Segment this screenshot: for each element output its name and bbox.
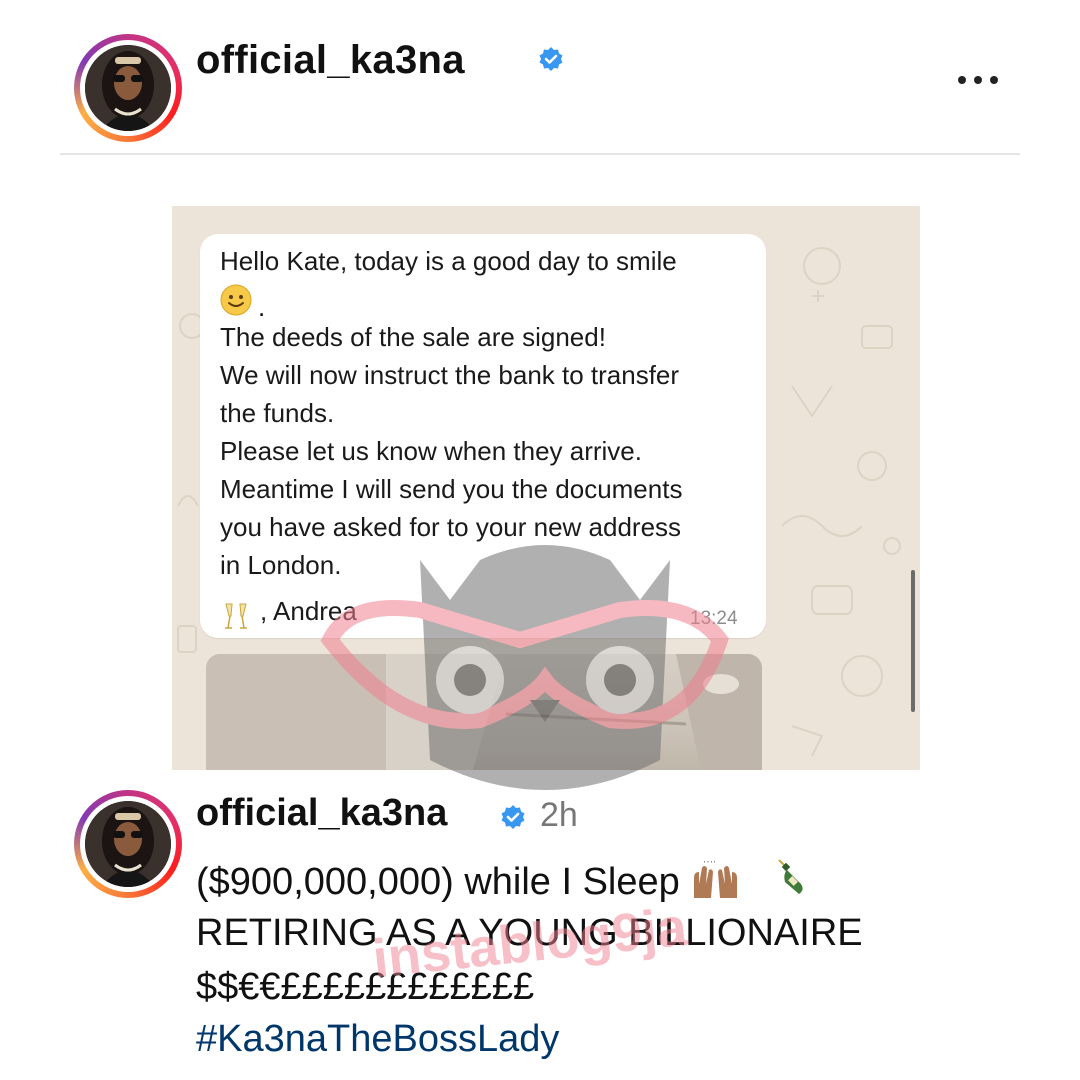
raised-hands-emoji-icon: ' ' ' ' (694, 861, 738, 898)
smile-emoji-icon (220, 284, 252, 316)
avatar-photo (85, 801, 171, 887)
chat-message-bubble: Hello Kate, today is a good day to smile… (200, 234, 766, 638)
post-username[interactable]: official_ka3na (196, 38, 465, 83)
caption-username[interactable]: official_ka3na (196, 792, 447, 835)
chat-screenshot: Hello Kate, today is a good day to smile… (172, 206, 920, 770)
message-line: the funds. (220, 398, 335, 428)
message-punctuation: . (258, 292, 266, 322)
avatar-photo (85, 45, 171, 131)
svg-text:' ' ' ': ' ' ' ' (704, 861, 715, 868)
caption-text: ($900,000,000) while I Sleep (196, 861, 680, 903)
caption-avatar[interactable] (74, 790, 182, 898)
message-time: 13:24 (690, 608, 738, 629)
header-divider (60, 153, 1020, 155)
verified-badge-icon (539, 47, 563, 71)
caption-line: RETIRING AS A YOUNG BILLIONAIRE (196, 912, 863, 954)
message-line: you have asked for to your new address (220, 512, 682, 542)
message-line: The deeds of the sale are signed! (220, 322, 606, 352)
champagne-emoji-icon (778, 859, 803, 894)
caption-line: ($900,000,000) while I Sleep ' ' ' ' (196, 856, 811, 904)
more-horizontal-icon (958, 76, 966, 84)
clinking-glasses-emoji-icon (225, 603, 247, 629)
more-options-button[interactable] (956, 70, 1000, 90)
chat-image-message[interactable] (206, 654, 762, 770)
profile-avatar[interactable] (74, 34, 182, 142)
caption-hashtag[interactable]: #Ka3naTheBossLady (196, 1018, 559, 1061)
caption-line: $$€€££££££££££££ (196, 966, 535, 1008)
message-line: We will now instruct the bank to transfe… (220, 360, 680, 390)
message-signature: , Andrea (260, 596, 357, 626)
post-timestamp: 2h (540, 796, 578, 834)
message-line: Please let us know when they arrive. (220, 436, 642, 466)
message-line: Hello Kate, today is a good day to smile (220, 246, 677, 276)
message-line: in London. (220, 550, 342, 580)
scrollbar[interactable] (911, 570, 915, 712)
message-line: Meantime I will send you the documents (220, 474, 683, 504)
verified-badge-icon (501, 805, 525, 829)
